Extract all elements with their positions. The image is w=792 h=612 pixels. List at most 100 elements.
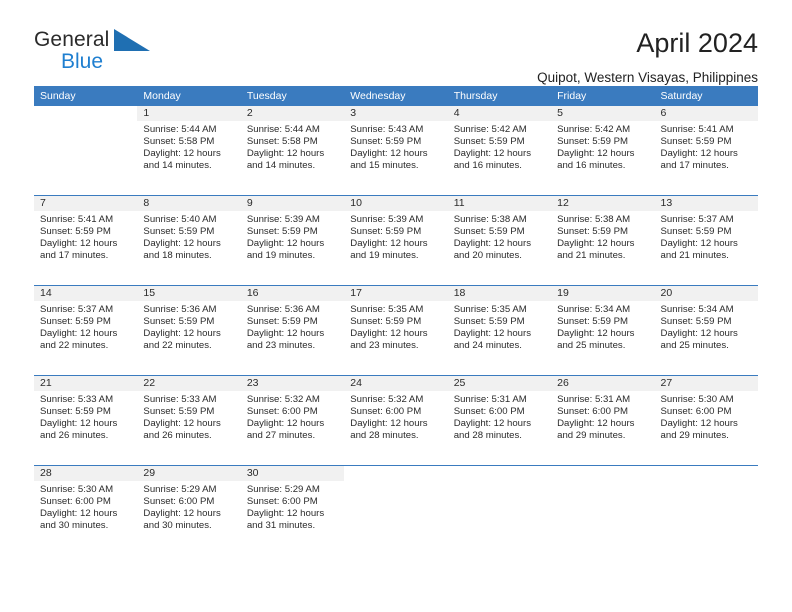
sunset-time: Sunset: 5:59 PM — [40, 406, 111, 418]
calendar-day-cell[interactable]: 15 Sunrise: 5:36 AM Sunset: 5:59 PM Dayligh… — [137, 286, 241, 375]
day-number: 23 — [240, 376, 345, 391]
calendar-day-cell[interactable]: 16 Sunrise: 5:36 AM Sunset: 5:59 PM Dayligh… — [240, 286, 345, 375]
daylight-duration: Daylight: 12 hours — [350, 418, 428, 430]
daylight-duration: Daylight: 12 hours — [557, 418, 635, 430]
calendar-day-cell[interactable]: 27 Sunrise: 5:30 AM Sunset: 6:00 PM Dayligh… — [654, 376, 758, 465]
day-sun-details: Sunrise: 5:31 AM Sunset: 6:00 PM Daylight:… — [448, 391, 551, 442]
day-sun-details: Sunrise: 5:41 AM Sunset: 5:59 PM Daylight:… — [34, 211, 137, 262]
daylight-duration: and 31 minutes. — [246, 520, 316, 532]
calendar-day-cell[interactable]: 30 Sunrise: 5:29 AM Sunset: 6:00 PM Dayligh… — [240, 466, 345, 558]
calendar-day-cell[interactable]: 21 Sunrise: 5:33 AM Sunset: 5:59 PM Dayligh… — [34, 376, 138, 465]
sunset-time: Sunset: 5:59 PM — [660, 316, 732, 328]
calendar-day-cell[interactable]: 12 Sunrise: 5:38 AM Sunset: 5:59 PM Dayligh… — [551, 196, 655, 285]
sunrise-time: Sunrise: 5:33 AM — [143, 394, 217, 405]
calendar-day-cell[interactable]: 25 Sunrise: 5:31 AM Sunset: 6:00 PM Dayligh… — [447, 376, 552, 465]
calendar-day-cell[interactable]: 11 Sunrise: 5:38 AM Sunset: 5:59 PM Dayligh… — [447, 196, 552, 285]
calendar-day-cell[interactable]: 9 Sunrise: 5:39 AM Sunset: 5:59 PM Daylight… — [240, 196, 345, 285]
day-number: 12 — [551, 196, 655, 211]
weekday-header-thursday: Thursday — [453, 89, 498, 102]
calendar-day-cell[interactable]: 13 Sunrise: 5:37 AM Sunset: 5:59 PM Dayligh… — [654, 196, 758, 285]
sunset-time: Sunset: 6:00 PM — [350, 406, 422, 418]
daylight-duration: Daylight: 12 hours — [246, 148, 325, 160]
calendar-day-cell[interactable]: 18 Sunrise: 5:35 AM Sunset: 5:59 PM Dayligh… — [447, 286, 552, 375]
calendar-day-cell-empty — [551, 466, 655, 558]
calendar-day-cell[interactable]: 23 Sunrise: 5:32 AM Sunset: 6:00 PM Dayligh… — [240, 376, 345, 465]
calendar-day-cell[interactable]: 22 Sunrise: 5:33 AM Sunset: 5:59 PM Dayligh… — [137, 376, 241, 465]
calendar-day-cell[interactable]: 28 Sunrise: 5:30 AM Sunset: 6:00 PM Dayligh… — [34, 466, 138, 558]
day-number: 18 — [447, 286, 552, 301]
daylight-duration: Daylight: 12 hours — [660, 328, 738, 340]
day-sun-details: Sunrise: 5:42 AM Sunset: 5:59 PM Daylight:… — [448, 121, 551, 172]
daylight-duration: and 30 minutes. — [143, 520, 212, 532]
daylight-duration: and 20 minutes. — [453, 250, 522, 262]
sunset-time: Sunset: 6:00 PM — [660, 406, 732, 418]
brand-name-top: General — [34, 28, 110, 51]
calendar-day-cell[interactable]: 19 Sunrise: 5:34 AM Sunset: 5:59 PM Dayligh… — [551, 286, 655, 375]
calendar-day-cell[interactable]: 14 Sunrise: 5:37 AM Sunset: 5:59 PM Dayligh… — [34, 286, 138, 375]
day-number: 22 — [137, 376, 241, 391]
calendar-day-cell[interactable]: 26 Sunrise: 5:31 AM Sunset: 6:00 PM Dayligh… — [551, 376, 655, 465]
calendar-day-cell[interactable]: 7 Sunrise: 5:41 AM Sunset: 5:59 PM Daylight… — [34, 196, 138, 285]
calendar-day-cell[interactable]: 6 Sunrise: 5:41 AM Sunset: 5:59 PM Daylight… — [654, 106, 758, 195]
sunrise-time: Sunrise: 5:40 AM — [143, 214, 217, 225]
calendar-day-cell[interactable]: 1 Sunrise: 5:44 AM Sunset: 5:58 PM Daylight… — [137, 106, 241, 195]
sunset-time: Sunset: 5:59 PM — [453, 226, 525, 238]
daylight-duration: and 27 minutes. — [246, 430, 316, 442]
sunrise-time: Sunrise: 5:29 AM — [246, 484, 320, 495]
calendar-day-cell[interactable]: 8 Sunrise: 5:40 AM Sunset: 5:59 PM Daylight… — [137, 196, 241, 285]
daylight-duration: Daylight: 12 hours — [453, 148, 532, 160]
day-sun-details: Sunrise: 5:39 AM Sunset: 5:59 PM Daylight:… — [344, 211, 447, 262]
sunrise-time: Sunrise: 5:41 AM — [40, 214, 114, 225]
sunrise-time: Sunrise: 5:32 AM — [350, 394, 424, 405]
daylight-duration: Daylight: 12 hours — [557, 328, 635, 340]
day-number: 28 — [34, 466, 138, 481]
daylight-duration: and 28 minutes. — [350, 430, 419, 442]
day-number: 1 — [137, 106, 241, 121]
calendar-day-cell[interactable]: 3 Sunrise: 5:43 AM Sunset: 5:59 PM Daylight… — [344, 106, 448, 195]
daylight-duration: and 22 minutes. — [143, 340, 212, 352]
sunrise-time: Sunrise: 5:32 AM — [246, 394, 320, 405]
day-sun-details: Sunrise: 5:38 AM Sunset: 5:59 PM Daylight:… — [448, 211, 551, 262]
sunrise-time: Sunrise: 5:41 AM — [660, 124, 734, 135]
calendar-page: General Blue April 2024 Quipot, Western … — [0, 0, 792, 612]
daylight-duration: and 26 minutes. — [143, 430, 212, 442]
sunrise-time: Sunrise: 5:44 AM — [143, 124, 217, 135]
calendar-day-cell[interactable]: 2 Sunrise: 5:44 AM Sunset: 5:58 PM Daylight… — [240, 106, 345, 195]
daylight-duration: and 18 minutes. — [143, 250, 212, 262]
daylight-duration: Daylight: 12 hours — [246, 508, 325, 520]
daylight-duration: and 16 minutes. — [557, 160, 626, 172]
day-number: 10 — [344, 196, 448, 211]
day-sun-details: Sunrise: 5:44 AM Sunset: 5:58 PM Daylight:… — [241, 121, 344, 172]
daylight-duration: Daylight: 12 hours — [350, 148, 428, 160]
sunrise-time: Sunrise: 5:42 AM — [453, 124, 527, 135]
weekday-header-saturday: Saturday — [660, 89, 703, 102]
daylight-duration: and 21 minutes. — [660, 250, 729, 262]
calendar-day-cell[interactable]: 20 Sunrise: 5:34 AM Sunset: 5:59 PM Dayligh… — [654, 286, 758, 375]
sunset-time: Sunset: 5:59 PM — [143, 226, 215, 238]
sunrise-time: Sunrise: 5:35 AM — [453, 304, 527, 315]
daylight-duration: Daylight: 12 hours — [557, 148, 635, 160]
daylight-duration: and 19 minutes. — [246, 250, 316, 262]
calendar-day-cell[interactable]: 24 Sunrise: 5:32 AM Sunset: 6:00 PM Dayligh… — [344, 376, 448, 465]
daylight-duration: and 29 minutes. — [557, 430, 626, 442]
calendar-grid: Sunday Monday Tuesday Wednesday Thursday Frid… — [34, 86, 758, 558]
brand-logo[interactable]: General Blue — [34, 27, 154, 77]
sunset-time: Sunset: 6:00 PM — [453, 406, 525, 418]
brand-name-bottom: Blue — [61, 50, 104, 73]
sunset-time: Sunset: 5:59 PM — [453, 136, 525, 148]
sunrise-time: Sunrise: 5:37 AM — [660, 214, 734, 225]
calendar-day-cell[interactable]: 5 Sunrise: 5:42 AM Sunset: 5:59 PM Daylight… — [551, 106, 655, 195]
daylight-duration: and 14 minutes. — [143, 160, 212, 172]
day-sun-details: Sunrise: 5:43 AM Sunset: 5:59 PM Daylight:… — [344, 121, 447, 172]
week-cells: 28 Sunrise: 5:30 AM Sunset: 6:00 PM Dayligh… — [34, 466, 758, 558]
calendar-day-cell[interactable]: 17 Sunrise: 5:35 AM Sunset: 5:59 PM Dayligh… — [344, 286, 448, 375]
calendar-day-cell[interactable]: 29 Sunrise: 5:29 AM Sunset: 6:00 PM Dayligh… — [137, 466, 241, 558]
sunset-time: Sunset: 5:59 PM — [143, 316, 215, 328]
day-number: 11 — [447, 196, 552, 211]
day-number: 9 — [240, 196, 345, 211]
calendar-day-cell[interactable]: 10 Sunrise: 5:39 AM Sunset: 5:59 PM Dayligh… — [344, 196, 448, 285]
sunrise-time: Sunrise: 5:30 AM — [40, 484, 114, 495]
day-number: 26 — [551, 376, 655, 391]
daylight-duration: Daylight: 12 hours — [246, 418, 325, 430]
calendar-day-cell[interactable]: 4 Sunrise: 5:42 AM Sunset: 5:59 PM Daylight… — [447, 106, 552, 195]
